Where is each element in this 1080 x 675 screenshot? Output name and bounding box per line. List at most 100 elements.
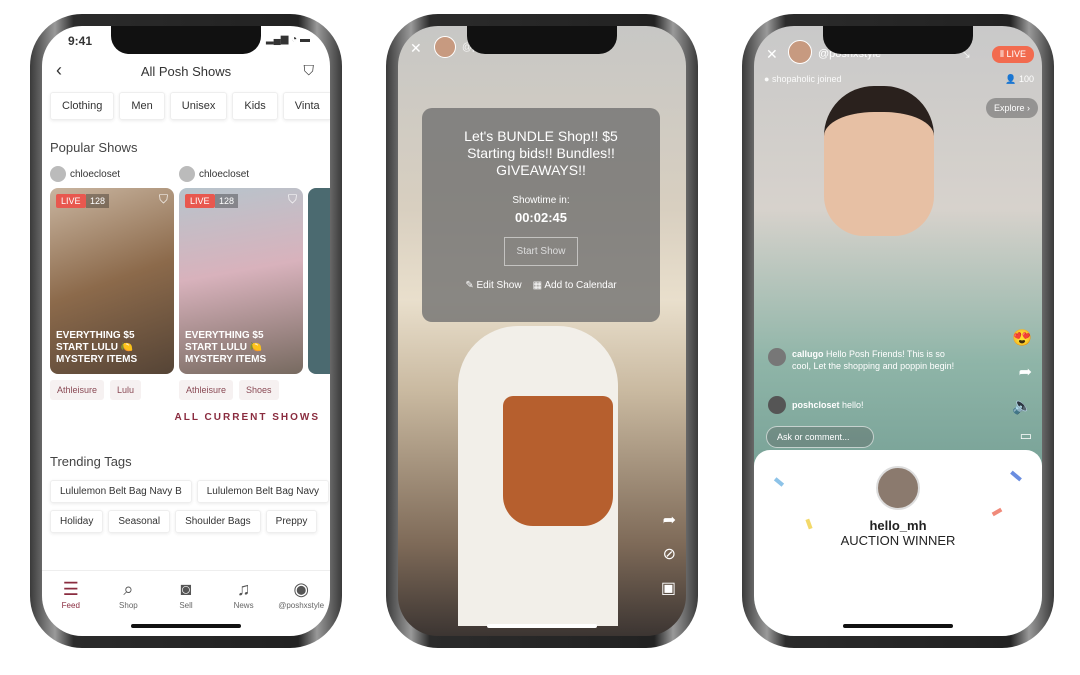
- host-photo: [824, 86, 934, 236]
- tag[interactable]: Lulu: [110, 380, 142, 400]
- bookmark-icon[interactable]: ⛉: [288, 192, 297, 207]
- avatar: [50, 166, 66, 182]
- close-icon[interactable]: ✕: [410, 40, 422, 57]
- avatar: [434, 36, 456, 58]
- screen-scheduled-show: ✕ @poshxstyle Let's BUNDLE Shop!! $5 Sta…: [398, 26, 686, 636]
- confetti: [1010, 470, 1022, 482]
- tag[interactable]: Athleisure: [179, 380, 234, 400]
- home-indicator: [487, 624, 597, 628]
- chip-unisex[interactable]: Unisex: [169, 92, 228, 120]
- notch: [467, 26, 617, 54]
- show-tags: Athleisure Lulu: [50, 380, 147, 400]
- live-badge: ⦀ LIVE: [992, 46, 1034, 63]
- viewer-count: 128: [86, 194, 110, 208]
- chip-vintage[interactable]: Vinta: [282, 92, 330, 120]
- joined-notice: ● shopaholic joined: [764, 74, 842, 84]
- trending-tag[interactable]: Holiday: [50, 510, 104, 533]
- show-actions: ✎ Edit Show ▦ Add to Calendar: [422, 280, 660, 291]
- confetti: [773, 477, 785, 487]
- viewer-count: 128: [215, 194, 239, 208]
- share-icon[interactable]: ➦: [1019, 362, 1032, 382]
- add-to-calendar-button[interactable]: ▦ Add to Calendar: [533, 280, 617, 291]
- showtime-label: Showtime in:: [512, 195, 570, 206]
- explore-button[interactable]: Explore ›: [985, 98, 1038, 118]
- edit-show-button[interactable]: ✎ Edit Show: [465, 280, 521, 291]
- host-name: chloecloset: [199, 168, 250, 180]
- category-chips: Clothing Men Unisex Kids Vinta: [50, 92, 330, 120]
- nav-profile[interactable]: ◉ @poshxstyle: [276, 579, 326, 636]
- winner-label: AUCTION WINNER: [840, 533, 956, 548]
- tag[interactable]: Shoes: [239, 380, 279, 400]
- comment-input[interactable]: Ask or comment...: [766, 426, 874, 448]
- avatar: [768, 396, 786, 414]
- host-name: chloecloset: [70, 168, 121, 180]
- close-icon[interactable]: ✕: [766, 46, 778, 63]
- home-indicator: [843, 624, 953, 628]
- comment: poshcloset hello!: [768, 396, 864, 414]
- bookmark-icon[interactable]: ⛉: [159, 192, 168, 207]
- trending-tag[interactable]: Preppy: [265, 510, 318, 533]
- sound-icon[interactable]: 🔈: [1012, 396, 1032, 416]
- camera-icon: ◙: [180, 579, 192, 599]
- trending-tags-heading: Trending Tags: [50, 454, 132, 469]
- status-time: 9:41: [68, 34, 93, 48]
- bag-icon[interactable]: ▣: [661, 578, 676, 598]
- trending-row-2: Holiday Seasonal Shoulder Bags Preppy: [50, 510, 322, 533]
- camera-off-icon[interactable]: ⊘: [663, 544, 676, 564]
- share-icon[interactable]: ➦: [663, 510, 676, 530]
- show-host: chloecloset: [50, 166, 120, 182]
- chip-kids[interactable]: Kids: [232, 92, 278, 120]
- avatar: [788, 40, 812, 64]
- status-icons: ▂▄▆ ◔ ▬: [265, 34, 310, 45]
- confetti: [991, 507, 1003, 517]
- tag[interactable]: Athleisure: [50, 380, 105, 400]
- avatar: [179, 166, 195, 182]
- all-current-shows-link[interactable]: ALL CURRENT SHOWS: [175, 412, 320, 423]
- countdown: 00:02:45: [514, 210, 568, 225]
- winner-avatar: [876, 466, 920, 510]
- trending-tag[interactable]: Shoulder Bags: [175, 510, 261, 533]
- search-icon: ⌕: [123, 579, 134, 599]
- phone-scheduled-show: ✕ @poshxstyle Let's BUNDLE Shop!! $5 Sta…: [386, 14, 698, 648]
- card-icon[interactable]: ▭: [1020, 428, 1032, 444]
- bag-photo: [503, 396, 613, 526]
- live-badge: LIVE: [185, 194, 215, 208]
- notch: [823, 26, 973, 54]
- nav-feed[interactable]: ☰ Feed: [46, 579, 96, 636]
- show-host: chloecloset: [179, 166, 249, 182]
- phone-live-show: ✕ @poshxstyle ⤡ ⦀ LIVE ● shopaholic join…: [742, 14, 1054, 648]
- start-show-button[interactable]: Start Show: [504, 237, 578, 266]
- profile-icon: ◉: [293, 579, 310, 599]
- show-card[interactable]: LIVE 128 ⛉ EVERYTHING $5 START LULU 🍋 MYSTE…: [179, 188, 303, 374]
- comment: callugo Hello Posh Friends! This is so c…: [768, 348, 958, 372]
- home-indicator: [131, 624, 241, 628]
- winner-name: hello_mh: [869, 518, 927, 533]
- show-tags: Athleisure Shoes: [179, 380, 285, 400]
- auction-winner-panel: hello_mh AUCTION WINNER: [754, 450, 1042, 636]
- viewer-count: 👤 100: [1005, 74, 1034, 84]
- chip-clothing[interactable]: Clothing: [50, 92, 115, 120]
- notch: [111, 26, 261, 54]
- trending-tag[interactable]: Lululemon Belt Bag Navy B: [50, 480, 192, 503]
- chip-men[interactable]: Men: [119, 92, 165, 120]
- show-card[interactable]: LIVE 128 ⛉ EVERYTHING $5 START LULU 🍋 MYSTE…: [50, 188, 174, 374]
- popular-shows-heading: Popular Shows: [50, 140, 138, 155]
- feed-icon: ☰: [62, 579, 79, 599]
- trending-tag[interactable]: Seasonal: [108, 510, 171, 533]
- avatar: [768, 348, 786, 366]
- show-title: Let's BUNDLE Shop!! $5 Starting bids!! B…: [464, 128, 618, 178]
- phone-feed: 9:41 ▂▄▆ ◔ ▬ ‹ All Posh Shows ⛉ Clothing…: [30, 14, 342, 648]
- show-caption: EVERYTHING $5 START LULU 🍋 MYSTERY ITEMS: [185, 330, 267, 365]
- show-caption: EVERYTHING $5 START LULU 🍋 MYSTERY ITEMS: [56, 330, 138, 365]
- live-badge: LIVE: [56, 194, 86, 208]
- bell-icon: ♫: [236, 579, 251, 599]
- emoji-icon[interactable]: 😍: [1012, 328, 1032, 348]
- screen-live-show: ✕ @poshxstyle ⤡ ⦀ LIVE ● shopaholic join…: [754, 26, 1042, 636]
- trending-row-1: Lululemon Belt Bag Navy B Lululemon Belt …: [50, 480, 330, 503]
- page-title: All Posh Shows: [140, 64, 232, 79]
- screen-all-posh-shows: 9:41 ▂▄▆ ◔ ▬ ‹ All Posh Shows ⛉ Clothing…: [42, 26, 330, 636]
- trending-tag[interactable]: Lululemon Belt Bag Navy: [196, 480, 330, 503]
- show-card-partial[interactable]: [308, 188, 330, 374]
- bookmark-icon[interactable]: ⛉: [304, 62, 315, 79]
- show-info-panel: Let's BUNDLE Shop!! $5 Starting bids!! B…: [422, 108, 660, 322]
